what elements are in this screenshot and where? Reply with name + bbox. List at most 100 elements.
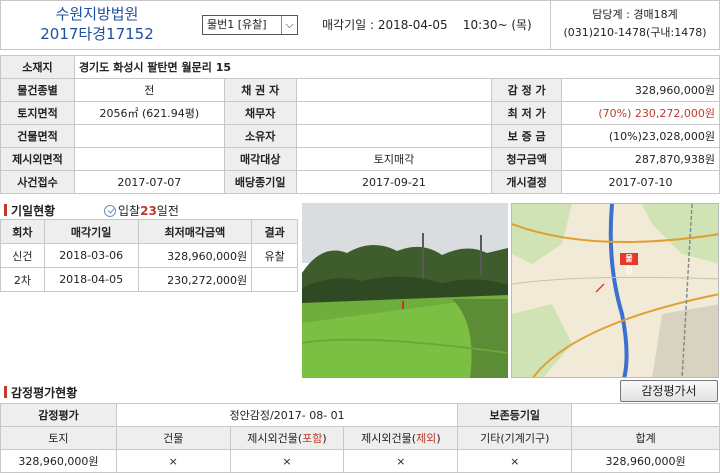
price: 230,272,000원 bbox=[137, 267, 253, 292]
date: 2018-04-05 bbox=[43, 267, 139, 292]
row-label: 건물면적 bbox=[0, 124, 75, 148]
row-value: 2056㎡ (621.94평) bbox=[73, 101, 225, 125]
divider bbox=[550, 0, 551, 50]
row-label: 보존등기일 bbox=[457, 403, 573, 427]
row-value: 전 bbox=[73, 78, 225, 102]
price: 328,960,000원 bbox=[137, 243, 253, 268]
table-row: 제시외면적 매각대상 토지매각 청구금액 287,870,938원 bbox=[0, 147, 720, 171]
table-header-row: 회차 매각기일 최저매각금액 결과 bbox=[0, 219, 298, 244]
round: 신건 bbox=[0, 243, 45, 268]
table-header-row: 토지 건물 제시외건물(포함) 제시외건물(제외) 기타(기계기구) 합계 bbox=[0, 426, 720, 450]
row-label: 제시외면적 bbox=[0, 147, 75, 171]
extra-building-excluded: × bbox=[343, 449, 459, 473]
row-label: 보 증 금 bbox=[491, 124, 563, 148]
deposit: (10%)23,028,000원 bbox=[561, 124, 720, 148]
column-header: 합계 bbox=[571, 426, 720, 450]
row-label: 감정평가 bbox=[0, 403, 117, 427]
appraisal-title: 감정평가현황 bbox=[4, 384, 77, 401]
appraisal-table: 감정평가 정안감정/2017- 08- 01 보존등기일 토지 건물 제시외건물… bbox=[0, 403, 720, 473]
phone-number: (031)210-1478(구내:1478) bbox=[563, 26, 707, 39]
address-value: 경기도 화성시 팔탄면 월문리 15 bbox=[73, 55, 720, 79]
row-value bbox=[295, 101, 493, 125]
date: 2018-03-06 bbox=[43, 243, 139, 268]
auction-datetime: 매각기일 : 2018-04-05 10:30~ (목) bbox=[322, 15, 532, 35]
column-header: 최저매각금액 bbox=[137, 219, 253, 244]
building-value: × bbox=[115, 449, 231, 473]
auction-history-table: 회차 매각기일 최저매각금액 결과 신건 2018-03-06 328,960,… bbox=[0, 219, 298, 292]
auction-label: 매각기일 : bbox=[322, 18, 375, 32]
result bbox=[251, 267, 298, 292]
row-label: 매각대상 bbox=[223, 147, 297, 171]
extra-building-included: × bbox=[229, 449, 345, 473]
column-header: 제시외건물(포함) bbox=[229, 426, 345, 450]
section-bar bbox=[4, 386, 7, 398]
table-row: 감정평가 정안감정/2017- 08- 01 보존등기일 bbox=[0, 403, 720, 427]
row-label: 소유자 bbox=[223, 124, 297, 148]
table-row: 토지면적 2056㎡ (621.94평) 채무자 최 저 가 (70%) 230… bbox=[0, 101, 720, 125]
row-label: 배당종기일 bbox=[223, 170, 297, 194]
table-row: 신건 2018-03-06 328,960,000원 유찰 bbox=[0, 243, 298, 268]
item-select[interactable]: 물번1 [유찰] ⌵ bbox=[202, 15, 298, 35]
auction-time: 10:30~ (목) bbox=[462, 18, 532, 32]
row-label: 채무자 bbox=[223, 101, 297, 125]
column-header: 기타(기계기구) bbox=[457, 426, 573, 450]
appraisal-report-button[interactable]: 감정평가서 bbox=[620, 380, 718, 402]
row-value bbox=[295, 78, 493, 102]
column-header: 매각기일 bbox=[43, 219, 139, 244]
table-row: 328,960,000원 × × × × 328,960,000원 bbox=[0, 449, 720, 473]
item-select-value: 물번1 [유찰] bbox=[207, 18, 267, 31]
map-image bbox=[512, 204, 718, 377]
court-info: 수원지방법원 2017타경17152 bbox=[2, 4, 192, 44]
department: 담당계 : 경매18계 bbox=[592, 8, 678, 21]
property-info-table: 소재지 경기도 화성시 팔탄면 월문리 15 물건종별 전 채 권 자 감 정 … bbox=[0, 55, 720, 194]
clock-icon bbox=[104, 205, 116, 217]
row-value: 2017-07-07 bbox=[73, 170, 225, 194]
court-name: 수원지방법원 bbox=[55, 5, 139, 23]
auction-date: 2018-04-05 bbox=[377, 18, 448, 32]
row-label: 사건접수 bbox=[0, 170, 75, 194]
column-header: 결과 bbox=[251, 219, 298, 244]
row-label: 감 정 가 bbox=[491, 78, 563, 102]
result: 유찰 bbox=[251, 243, 298, 268]
round: 2차 bbox=[0, 267, 45, 292]
history-title: 기일현황 bbox=[4, 202, 55, 219]
row-label: 물건종별 bbox=[0, 78, 75, 102]
land-value: 328,960,000원 bbox=[0, 449, 117, 473]
column-header: 제시외건물(제외) bbox=[343, 426, 459, 450]
row-label: 채 권 자 bbox=[223, 78, 297, 102]
map-marker-label: 물건 bbox=[625, 254, 633, 275]
chevron-down-icon: ⌵ bbox=[281, 16, 297, 34]
location-map[interactable]: 물건 bbox=[511, 203, 719, 378]
row-value bbox=[73, 124, 225, 148]
days-until-bid: 입찰23일전 bbox=[104, 202, 179, 219]
appraised-price: 328,960,000원 bbox=[561, 78, 720, 102]
row-label: 개시결정 bbox=[491, 170, 563, 194]
row-value: 2017-09-21 bbox=[295, 170, 493, 194]
minimum-price: (70%) 230,272,000원 bbox=[561, 101, 720, 125]
row-value bbox=[295, 124, 493, 148]
table-row: 사건접수 2017-07-07 배당종기일 2017-09-21 개시결정 20… bbox=[0, 170, 720, 194]
row-label: 토지면적 bbox=[0, 101, 75, 125]
column-header: 회차 bbox=[0, 219, 45, 244]
address-label: 소재지 bbox=[0, 55, 75, 79]
row-label: 최 저 가 bbox=[491, 101, 563, 125]
claim-amount: 287,870,938원 bbox=[561, 147, 720, 171]
table-row: 소재지 경기도 화성시 팔탄면 월문리 15 bbox=[0, 55, 720, 79]
field-photo-image bbox=[302, 203, 508, 378]
section-bar bbox=[4, 204, 7, 216]
property-photo[interactable] bbox=[302, 203, 508, 378]
table-row: 2차 2018-04-05 230,272,000원 bbox=[0, 267, 298, 292]
contact-info: 담당계 : 경매18계 (031)210-1478(구내:1478) bbox=[552, 6, 718, 42]
total-value: 328,960,000원 bbox=[571, 449, 720, 473]
row-label: 청구금액 bbox=[491, 147, 563, 171]
column-header: 토지 bbox=[0, 426, 117, 450]
row-value bbox=[571, 403, 720, 427]
appraiser-date: 정안감정/2017- 08- 01 bbox=[115, 403, 459, 427]
case-number: 2017타경17152 bbox=[40, 25, 154, 43]
table-row: 물건종별 전 채 권 자 감 정 가 328,960,000원 bbox=[0, 78, 720, 102]
row-value bbox=[73, 147, 225, 171]
row-value: 토지매각 bbox=[295, 147, 493, 171]
table-row: 건물면적 소유자 보 증 금 (10%)23,028,000원 bbox=[0, 124, 720, 148]
row-value: 2017-07-10 bbox=[561, 170, 720, 194]
column-header: 건물 bbox=[115, 426, 231, 450]
